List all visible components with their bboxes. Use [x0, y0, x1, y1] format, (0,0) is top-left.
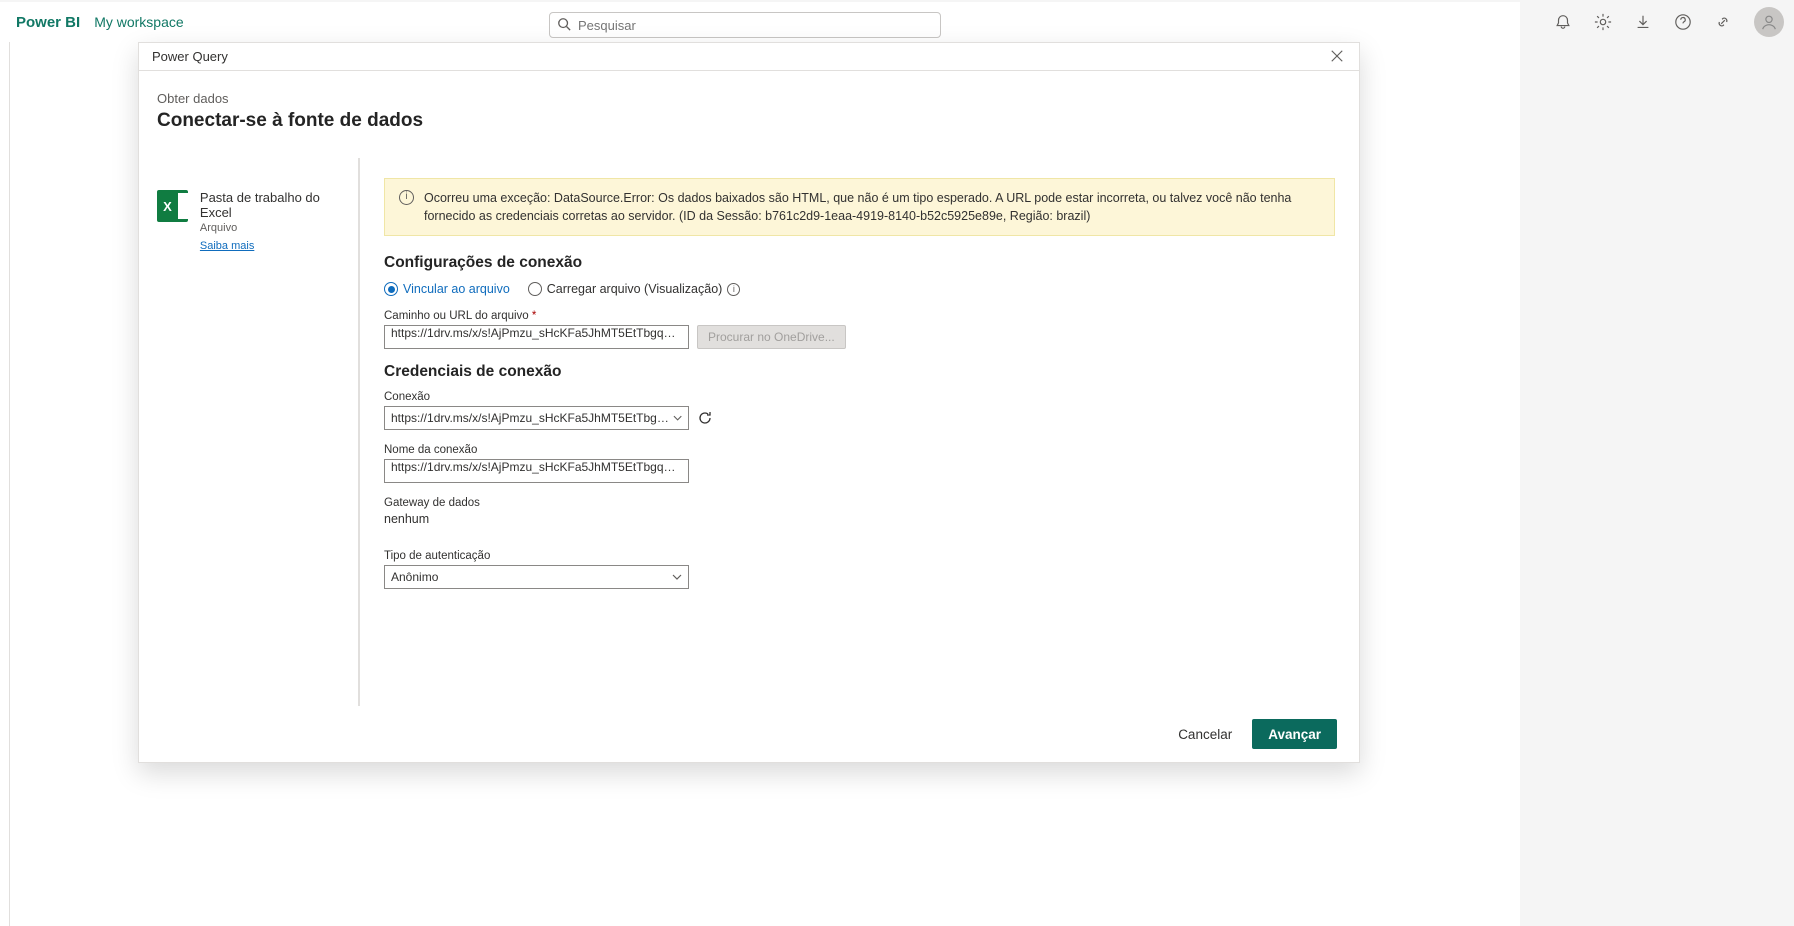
search-input[interactable] — [549, 12, 941, 38]
gateway-label: Gateway de dados — [384, 497, 1335, 509]
power-query-dialog: Power Query Obter dados Conectar-se à fo… — [138, 42, 1360, 763]
source-subtitle: Arquivo — [200, 222, 350, 234]
learn-more-link[interactable]: Saiba mais — [200, 240, 254, 252]
notifications-icon[interactable] — [1554, 13, 1572, 31]
data-source-item[interactable]: X Pasta de trabalho do Excel Arquivo Sai… — [157, 190, 350, 254]
dialog-title: Power Query — [152, 49, 228, 64]
brand[interactable]: Power BI — [16, 14, 80, 31]
info-icon[interactable]: i — [727, 283, 740, 296]
browse-onedrive-button[interactable]: Procurar no OneDrive... — [697, 325, 846, 349]
radio-upload-file[interactable]: Carregar arquivo (Visualização) i — [528, 282, 741, 296]
help-icon[interactable] — [1674, 13, 1692, 31]
source-name: Pasta de trabalho do Excel — [200, 190, 350, 220]
connection-name-label: Nome da conexão — [384, 444, 1335, 456]
gateway-value: nenhum — [384, 512, 1335, 526]
auth-type-label: Tipo de autenticação — [384, 550, 1335, 562]
error-banner: i Ocorreu uma exceção: DataSource.Error:… — [384, 178, 1335, 236]
breadcrumb: Obter dados — [157, 91, 1335, 106]
chevron-down-icon — [672, 572, 682, 582]
workspace-name[interactable]: My workspace — [94, 14, 183, 30]
file-path-label: Caminho ou URL do arquivo * — [384, 310, 1335, 322]
chevron-down-icon — [673, 413, 682, 423]
search-icon — [557, 17, 571, 31]
cancel-button[interactable]: Cancelar — [1178, 727, 1232, 742]
connection-select[interactable]: https://1drv.ms/x/s!AjPmzu_sHcKFa5JhMT5E… — [384, 406, 689, 430]
refresh-icon[interactable] — [697, 410, 713, 426]
section-credentials: Credenciais de conexão — [384, 363, 1335, 381]
link-icon[interactable] — [1714, 13, 1732, 31]
error-text: Ocorreu uma exceção: DataSource.Error: O… — [424, 189, 1320, 225]
excel-icon: X — [157, 190, 188, 222]
radio-link-to-file[interactable]: Vincular ao arquivo — [384, 282, 510, 296]
radio-icon — [528, 282, 542, 296]
connection-label: Conexão — [384, 391, 1335, 403]
avatar[interactable] — [1754, 7, 1784, 37]
next-button[interactable]: Avançar — [1252, 719, 1337, 749]
left-rail — [0, 42, 10, 926]
close-icon[interactable] — [1330, 49, 1346, 65]
radio-icon — [384, 282, 398, 296]
connection-name-input[interactable]: https://1drv.ms/x/s!AjPmzu_sHcKFa5JhMT5E… — [384, 459, 689, 483]
info-icon: i — [399, 190, 414, 205]
section-connection-settings: Configurações de conexão — [384, 254, 1335, 272]
file-path-input[interactable]: https://1drv.ms/x/s!AjPmzu_sHcKFa5JhMT5E… — [384, 325, 689, 349]
page-title: Conectar-se à fonte de dados — [157, 110, 1335, 132]
download-icon[interactable] — [1634, 13, 1652, 31]
auth-type-select[interactable]: Anônimo — [384, 565, 689, 589]
settings-icon[interactable] — [1594, 13, 1612, 31]
